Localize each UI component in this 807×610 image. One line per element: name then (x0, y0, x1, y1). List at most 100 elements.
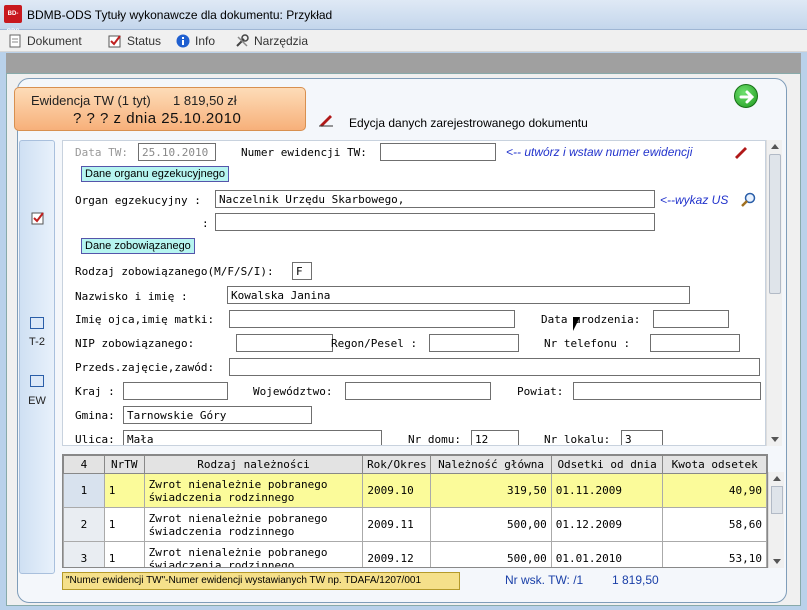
table-scroll-down-arrow[interactable] (773, 559, 781, 564)
nr-domu-label: Nr domu: (408, 433, 461, 446)
menu-narzedzia-label: Narzędzia (254, 34, 309, 48)
nr-lokalu-label: Nr lokalu: (544, 433, 611, 446)
organ-colon: : (202, 217, 209, 230)
menu-dokument[interactable]: Dokument (8, 33, 82, 49)
scroll-up-arrow[interactable] (771, 144, 779, 149)
cell-odsetki-od: 01.01.2010 (550, 541, 664, 567)
edit-pen-icon[interactable] (733, 143, 749, 159)
numer-ew-label: Numer ewidencji TW: (241, 146, 367, 159)
col-header-naleznosc[interactable]: Należność główna (430, 455, 552, 474)
document-icon (8, 34, 22, 48)
cell-rodzaj-line2: świadczenia rodzinnego (148, 558, 295, 568)
cell-kwota: 58,60 (662, 507, 767, 542)
organ-field-2[interactable] (215, 213, 655, 231)
mouse-cursor (573, 317, 580, 331)
zobow-data-button[interactable]: Dane zobowiązanego (81, 238, 195, 254)
table-scrollbar[interactable] (768, 472, 784, 568)
tel-field[interactable] (650, 334, 740, 352)
cell-nrtw: 1 (103, 507, 145, 542)
edit-pen-icon[interactable] (318, 111, 334, 127)
kraj-label: Kraj : (75, 385, 115, 398)
kraj-field[interactable] (123, 382, 228, 400)
cell-naleznosc: 319,50 (430, 473, 552, 508)
tools-icon (235, 34, 249, 48)
nazwisko-label: Nazwisko i imię : (75, 290, 188, 303)
data-ur-field[interactable] (653, 310, 729, 328)
header-summary: Ewidencja TW (1 tyt) 1 819,50 zł ? ? ? z… (14, 87, 306, 131)
cell-nrtw: 1 (103, 473, 145, 508)
cell-rodzaj: Zwrot nienależnie pobranego świadczenia r… (143, 541, 364, 568)
menu-status-label: Status (127, 34, 162, 48)
t2-label: T-2 (29, 336, 45, 348)
nr-domu-field[interactable]: 12 (471, 430, 519, 445)
col-header-kwota[interactable]: Kwota odsetek (662, 455, 767, 474)
col-header-rok[interactable]: Rok/Okres (362, 455, 432, 474)
imie-ojca-label: Imię ojca,imię matki: (75, 313, 215, 326)
magnifier-icon[interactable] (740, 192, 756, 208)
scroll-thumb[interactable] (769, 154, 781, 294)
cell-rok: 2009.12 (362, 541, 432, 567)
create-number-hint: <-- utwórz i wstaw numer ewidencji (506, 145, 693, 159)
woj-label: Województwo: (253, 385, 333, 398)
header-line1: Ewidencja TW (1 tyt) (31, 93, 151, 108)
gmina-field[interactable]: Tarnowskie Góry (123, 406, 312, 424)
cell-naleznosc: 500,00 (430, 541, 552, 567)
imie-ojca-field[interactable] (229, 310, 515, 328)
table-row[interactable]: 3 1 Zwrot nienależnie pobranego świadczen… (63, 541, 767, 568)
powiat-label: Powiat: (517, 385, 564, 398)
cell-rodzaj-line2: świadczenia rodzinnego (148, 490, 295, 504)
col-header-odsetki-od[interactable]: Odsetki od dnia (550, 455, 664, 474)
numer-ew-field[interactable] (380, 143, 496, 161)
nip-field[interactable] (236, 334, 333, 352)
cell-rodzaj-line1: Zwrot nienależnie pobranego (148, 511, 328, 525)
organ-data-button[interactable]: Dane organu egzekucyjnego (81, 166, 230, 182)
checklist-icon[interactable] (31, 211, 45, 225)
entries-table: 4 NrTW Rodzaj należności Rok/Okres Należ… (62, 454, 768, 568)
organ-field[interactable]: Naczelnik Urzędu Skarbowego, (215, 190, 655, 208)
footer-note: "Numer ewidencji TW"-Numer ewidencji wys… (62, 572, 460, 590)
menu-info[interactable]: Info (176, 33, 215, 49)
menu-status[interactable]: Status (108, 33, 161, 49)
przeds-field[interactable] (229, 358, 760, 376)
table-scroll-thumb[interactable] (771, 486, 783, 514)
powiat-field[interactable] (573, 382, 761, 400)
form-scrollbar[interactable] (766, 140, 782, 446)
col-header-rodzaj[interactable]: Rodzaj należności (143, 455, 364, 474)
table-row[interactable]: 2 1 Zwrot nienależnie pobranego świadczen… (63, 507, 767, 542)
footer-sum: 1 819,50 (612, 573, 659, 587)
cell-odsetki-od: 01.12.2009 (550, 507, 664, 542)
rodzaj-field[interactable]: F (292, 262, 312, 280)
scroll-down-arrow[interactable] (771, 437, 779, 442)
menu-narzedzia[interactable]: Narzędzia (235, 33, 308, 49)
app-icon: BD-ODS (4, 5, 22, 35)
info-icon (176, 34, 190, 48)
regon-field[interactable] (429, 334, 519, 352)
table-scroll-up-arrow[interactable] (773, 476, 781, 481)
t2-icon[interactable] (30, 317, 44, 329)
cell-odsetki-od: 01.11.2009 (550, 473, 664, 508)
col-header-nrtw[interactable]: NrTW (103, 455, 145, 474)
table-header-row: 4 NrTW Rodzaj należności Rok/Okres Należ… (63, 455, 767, 474)
cell-rodzaj: Zwrot nienależnie pobranego świadczenia r… (143, 507, 364, 542)
window-title: BDMB-ODS Tytuły wykonawcze dla dokumentu… (27, 8, 333, 22)
col-header-count[interactable]: 4 (63, 455, 105, 474)
cell-rodzaj-line2: świadczenia rodzinnego (148, 524, 295, 538)
nazwisko-field[interactable]: Kowalska Janina (227, 286, 690, 304)
cell-rok: 2009.11 (362, 507, 432, 542)
cell-rodzaj-line1: Zwrot nienależnie pobranego (148, 545, 328, 559)
cell-rodzaj: Zwrot nienależnie pobranego świadczenia r… (143, 473, 364, 508)
woj-field[interactable] (345, 382, 491, 400)
cell-rok: 2009.10 (362, 473, 432, 508)
go-forward-button[interactable] (734, 84, 758, 108)
ulica-field[interactable]: Mała (123, 430, 382, 445)
edit-label: Edycja danych zarejestrowanego dokumentu (349, 116, 588, 130)
footer-nr-wsk: Nr wsk. TW: /1 (505, 573, 584, 587)
table-row[interactable]: 1 1 Zwrot nienależnie pobranego świadczen… (63, 473, 767, 508)
title-bar: BD-ODS BDMB-ODS Tytuły wykonawcze dla do… (0, 0, 807, 35)
ew-icon[interactable] (30, 375, 44, 387)
cell-kwota: 53,10 (662, 541, 767, 567)
cell-rodzaj-line1: Zwrot nienależnie pobranego (148, 477, 328, 491)
nr-lokalu-field[interactable]: 3 (621, 430, 663, 445)
toolbar-strip (6, 53, 801, 73)
data-tw-field[interactable]: 25.10.2010 (138, 143, 216, 161)
